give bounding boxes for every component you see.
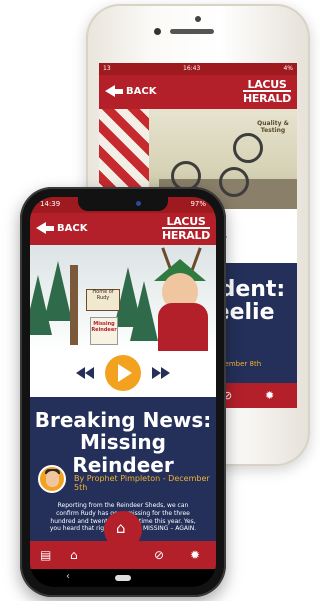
pine-tree xyxy=(44,261,72,321)
lacus-herald-logo[interactable]: LACUS HERALD xyxy=(242,79,291,104)
fast-forward-icon[interactable] xyxy=(152,367,170,379)
rudy-sign: Home of Rudy xyxy=(86,289,120,311)
home-icon: ⌂ xyxy=(116,519,126,537)
elf-body xyxy=(158,303,208,351)
status-bar: 13 16:43 4% xyxy=(99,63,297,75)
wheel-icon xyxy=(219,167,249,197)
proximity-sensor xyxy=(195,16,201,22)
play-button[interactable] xyxy=(105,355,141,391)
status-time: 14:39 xyxy=(40,200,61,208)
earpiece-speaker xyxy=(170,29,214,34)
home-indicator[interactable] xyxy=(115,575,131,581)
back-chevron-icon[interactable]: ‹ xyxy=(66,571,70,582)
article-illustration: Home of Rudy Missing Reindeer xyxy=(30,245,216,351)
front-phone-screen: 14:39 97% BACK LACUS HERALD Home of Rudy xyxy=(30,197,216,587)
author-avatar xyxy=(38,465,66,493)
battery-level: 97% xyxy=(190,200,206,208)
carrier-signal: 13 xyxy=(103,65,111,72)
back-button[interactable]: BACK xyxy=(105,85,156,97)
back-button[interactable]: BACK xyxy=(36,222,87,234)
tree-trunk xyxy=(70,265,78,345)
pine-tree xyxy=(130,281,158,341)
front-phone: 14:39 97% BACK LACUS HERALD Home of Rudy xyxy=(20,187,226,597)
rewind-icon[interactable] xyxy=(76,367,94,379)
lacus-herald-logo[interactable]: LACUS HERALD xyxy=(161,216,210,241)
news-icon[interactable]: ▤ xyxy=(40,548,51,562)
settings-icon[interactable]: ✹ xyxy=(265,389,274,402)
battery-level: 4% xyxy=(283,65,293,72)
play-icon xyxy=(118,364,132,382)
app-header: BACK LACUS HERALD xyxy=(99,75,297,109)
app-header: BACK LACUS HERALD xyxy=(30,213,216,245)
notch xyxy=(78,197,168,211)
status-time: 16:43 xyxy=(183,65,201,72)
article-byline: By Prophet Pimpleton - December 5th xyxy=(74,474,210,492)
back-arrow-icon xyxy=(36,222,46,234)
back-arrow-icon xyxy=(105,85,115,97)
compass-icon[interactable]: ⊘ xyxy=(154,548,164,562)
front-camera xyxy=(136,201,141,206)
byline-row: By Prophet Pimpleton - December 5th xyxy=(30,465,216,495)
settings-icon[interactable]: ✹ xyxy=(190,548,200,562)
back-label: BACK xyxy=(57,222,88,234)
audio-player xyxy=(30,351,216,397)
graduation-cap-icon[interactable]: ⌂ xyxy=(70,548,78,562)
back-label: BACK xyxy=(126,85,157,97)
system-nav-bar: ‹ xyxy=(30,569,216,587)
wheel-icon xyxy=(233,133,263,163)
front-camera xyxy=(154,28,161,35)
missing-poster: Missing Reindeer xyxy=(90,317,118,345)
quality-testing-sign: Quality & Testing xyxy=(257,120,289,134)
